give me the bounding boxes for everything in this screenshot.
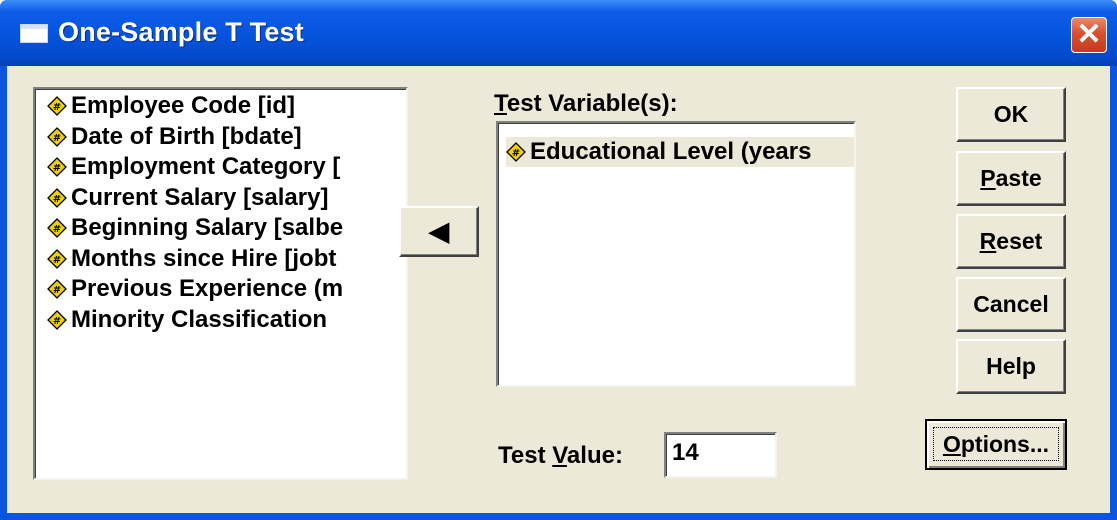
svg-text:#: # <box>53 194 61 205</box>
numeric-variable-icon: # <box>47 248 67 269</box>
svg-text:#: # <box>53 133 61 144</box>
list-item[interactable]: # Educational Level (years <box>506 137 854 167</box>
list-item-label: Employee Code [id] <box>71 92 296 119</box>
list-item[interactable]: # Minority Classification <box>47 305 392 335</box>
title-bar[interactable]: One-Sample T Test ✕ <box>0 0 1117 66</box>
list-item[interactable]: # Months since Hire [jobt <box>47 244 392 274</box>
list-item[interactable]: # Current Salary [salary] <box>47 183 392 213</box>
list-item[interactable]: # Beginning Salary [salbe <box>47 213 392 243</box>
window-title: One-Sample T Test <box>58 17 304 47</box>
list-item[interactable]: # Employee Code [id] <box>47 91 392 121</box>
window-icon <box>20 24 48 43</box>
help-button[interactable]: Help <box>956 339 1066 394</box>
close-icon: ✕ <box>1076 18 1102 51</box>
list-item-label: Previous Experience (m <box>71 275 344 302</box>
reset-button[interactable]: Reset <box>956 214 1066 269</box>
numeric-variable-icon: # <box>47 309 67 330</box>
list-item-label: Current Salary [salary] <box>71 183 329 211</box>
numeric-variable-icon: # <box>47 279 67 299</box>
list-item-label: Months since Hire [jobt <box>71 244 337 272</box>
list-item-label: Educational Level (years <box>530 138 812 165</box>
svg-text:#: # <box>53 255 61 266</box>
svg-text:#: # <box>53 163 61 174</box>
test-variables-label: Test Variable(s): <box>494 90 678 117</box>
numeric-variable-icon: # <box>47 157 67 177</box>
svg-text:#: # <box>53 102 61 113</box>
test-value-input[interactable]: 14 <box>664 432 777 478</box>
list-item-label: Employment Category [ <box>71 153 341 180</box>
test-value-label: Test Value: <box>498 442 623 469</box>
list-item-label: Minority Classification <box>71 305 328 333</box>
svg-text:#: # <box>512 148 520 159</box>
cancel-button[interactable]: Cancel <box>956 277 1066 332</box>
list-item[interactable]: # Employment Category [ <box>47 152 392 182</box>
options-button[interactable]: Options... <box>925 419 1067 470</box>
numeric-variable-icon: # <box>47 126 67 147</box>
test-variable-list[interactable]: # Educational Level (years <box>496 121 856 387</box>
list-item[interactable]: # Previous Experience (m <box>47 274 392 304</box>
numeric-variable-icon: # <box>506 142 526 162</box>
dialog-body: # Employee Code [id] # Date of Birth [bdate… <box>7 66 1110 513</box>
list-item[interactable]: # Date of Birth [bdate] <box>47 122 392 152</box>
list-item-label: Date of Birth [bdate] <box>71 122 302 150</box>
svg-text:#: # <box>53 224 61 235</box>
source-variable-list[interactable]: # Employee Code [id] # Date of Birth [bdate… <box>33 87 408 480</box>
dialog-window: One-Sample T Test ✕ # Employee Code [id] #… <box>0 0 1117 520</box>
paste-button[interactable]: Paste <box>956 151 1066 206</box>
numeric-variable-icon: # <box>47 187 67 208</box>
list-item-label: Beginning Salary [salbe <box>71 214 344 241</box>
svg-text:#: # <box>53 285 61 296</box>
numeric-variable-icon: # <box>47 96 67 116</box>
svg-text:#: # <box>53 316 61 327</box>
close-button[interactable]: ✕ <box>1071 17 1107 53</box>
ok-button[interactable]: OK <box>956 87 1066 142</box>
numeric-variable-icon: # <box>47 218 67 238</box>
move-variable-button[interactable]: ◀ <box>399 206 479 257</box>
left-arrow-icon: ◀ <box>429 216 449 246</box>
